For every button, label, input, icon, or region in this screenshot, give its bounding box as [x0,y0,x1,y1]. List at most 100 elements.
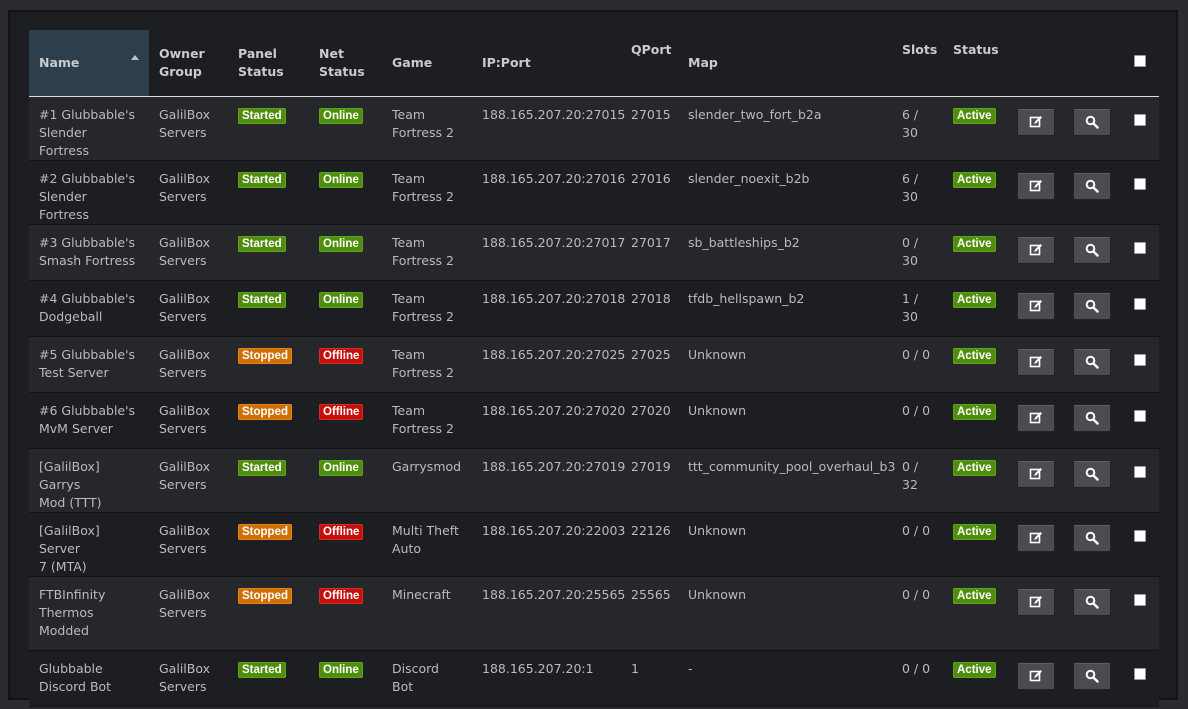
slots-cell: 0 /30 [892,224,943,281]
panel-status-cell: Started [228,160,309,225]
table-row: #2 Glubbable's Slender Fortress GalilBox S… [29,160,1159,225]
row-select-checkbox[interactable] [1134,298,1146,310]
edit-server-button[interactable] [1017,404,1055,432]
qport-value: 27018 [631,291,671,306]
owner-group-cell: GalilBox Servers [149,650,228,707]
column-header-net-status[interactable]: Net Status [309,30,382,97]
game-cell: Multi Theft Auto [382,512,472,577]
panel-status-cell: Started [228,96,309,161]
edit-server-button[interactable] [1017,292,1055,320]
game-line: Minecraft [392,587,451,602]
panel-status-cell: Started [228,448,309,513]
edit-server-button[interactable] [1017,662,1055,690]
server-name-cell[interactable]: [GalilBox] Server 7 (MTA) [29,512,149,577]
edit-server-button[interactable] [1017,108,1055,136]
server-name-cell[interactable]: #3 Glubbable's Smash Fortress [29,224,149,281]
ip-port-value: 188.165.207.20:27017 [482,235,626,250]
edit-server-button[interactable] [1017,588,1055,616]
map-value: slender_noexit_b2b [688,171,810,186]
owner-line: GalilBox [159,107,211,122]
view-server-button[interactable] [1073,348,1111,376]
edit-cell [1007,160,1063,225]
table-header-row: Name Owner Group Panel Status Net Status… [29,30,1159,97]
panel-status-badge: Started [238,108,286,124]
edit-server-button[interactable] [1017,348,1055,376]
server-name-cell[interactable]: #2 Glubbable's Slender Fortress [29,160,149,225]
server-name-cell[interactable]: #4 Glubbable's Dodgeball [29,280,149,337]
server-name-cell[interactable]: #5 Glubbable's Test Server [29,336,149,393]
row-select-checkbox[interactable] [1134,530,1146,542]
qport-cell: 22126 [621,512,678,577]
table-row: #6 Glubbable's MvM Server GalilBox Servers… [29,392,1159,449]
column-header-slots[interactable]: Slots [892,30,943,97]
slots-line: 0 / 0 [902,347,931,362]
ip-port-value: 188.165.207.20:27016 [482,171,626,186]
view-server-button[interactable] [1073,662,1111,690]
net-status-badge: Online [319,662,363,678]
edit-server-button[interactable] [1017,172,1055,200]
slots-cell: 0 / 0 [892,576,943,651]
row-select-checkbox[interactable] [1134,668,1146,680]
select-cell [1119,336,1159,393]
owner-line: GalilBox [159,459,211,474]
view-server-button[interactable] [1073,588,1111,616]
qport-value: 27020 [631,403,671,418]
row-select-checkbox[interactable] [1134,114,1146,126]
game-line: Multi Theft [392,523,459,538]
slots-cell: 6 /30 [892,96,943,161]
column-header-qport[interactable]: QPort [621,30,678,97]
view-server-button[interactable] [1073,172,1111,200]
server-name-cell[interactable]: #1 Glubbable's Slender Fortress [29,96,149,161]
column-header-status[interactable]: Status [943,30,1007,97]
row-select-checkbox[interactable] [1134,242,1146,254]
column-header-owner-group[interactable]: Owner Group [149,30,228,97]
server-name-cell[interactable]: #6 Glubbable's MvM Server [29,392,149,449]
edit-server-button[interactable] [1017,236,1055,264]
edit-icon [1029,356,1042,368]
name-line: Test Server [39,365,109,380]
select-cell [1119,576,1159,651]
owner-line: GalilBox [159,235,211,250]
view-server-button[interactable] [1073,404,1111,432]
net-status-badge: Offline [319,404,364,420]
row-select-checkbox[interactable] [1134,178,1146,190]
name-line: #2 Glubbable's [39,171,136,186]
slots-line: 32 [902,477,918,492]
map-cell: slender_noexit_b2b [678,160,892,225]
select-all-checkbox[interactable] [1134,55,1146,67]
column-header-ip-port[interactable]: IP:Port [472,30,621,97]
row-select-checkbox[interactable] [1134,410,1146,422]
owner-line: Servers [159,679,207,694]
search-icon [1085,355,1099,369]
server-name-cell[interactable]: Glubbable Discord Bot [29,650,149,707]
server-name-cell[interactable]: FTBInfinity Thermos Modded [29,576,149,651]
column-header-panel-status[interactable]: Panel Status [228,30,309,97]
net-status-badge: Online [319,108,363,124]
view-server-button[interactable] [1073,524,1111,552]
ip-port-value: 188.165.207.20:27018 [482,291,626,306]
edit-cell [1007,576,1063,651]
view-server-button[interactable] [1073,292,1111,320]
row-select-checkbox[interactable] [1134,594,1146,606]
server-name-cell[interactable]: [GalilBox] Garrys Mod (TTT) [29,448,149,513]
view-server-button[interactable] [1073,108,1111,136]
view-server-button[interactable] [1073,236,1111,264]
owner-group-cell: GalilBox Servers [149,160,228,225]
qport-value: 27017 [631,235,671,250]
ip-port-cell: 188.165.207.20:27016 [472,160,625,225]
column-header-name[interactable]: Name [29,30,149,97]
qport-value: 27025 [631,347,671,362]
column-header-panel-line2: Status [238,64,284,79]
column-header-map[interactable]: Map [678,30,892,97]
edit-server-button[interactable] [1017,460,1055,488]
row-select-checkbox[interactable] [1134,354,1146,366]
owner-line: GalilBox [159,661,211,676]
panel-status-badge: Stopped [238,348,292,364]
name-line: #6 Glubbable's [39,403,136,418]
row-select-checkbox[interactable] [1134,466,1146,478]
ip-port-value: 188.165.207.20:25565 [482,587,626,602]
column-header-net-line2: Status [319,64,365,79]
edit-server-button[interactable] [1017,524,1055,552]
column-header-game[interactable]: Game [382,30,472,97]
view-server-button[interactable] [1073,460,1111,488]
